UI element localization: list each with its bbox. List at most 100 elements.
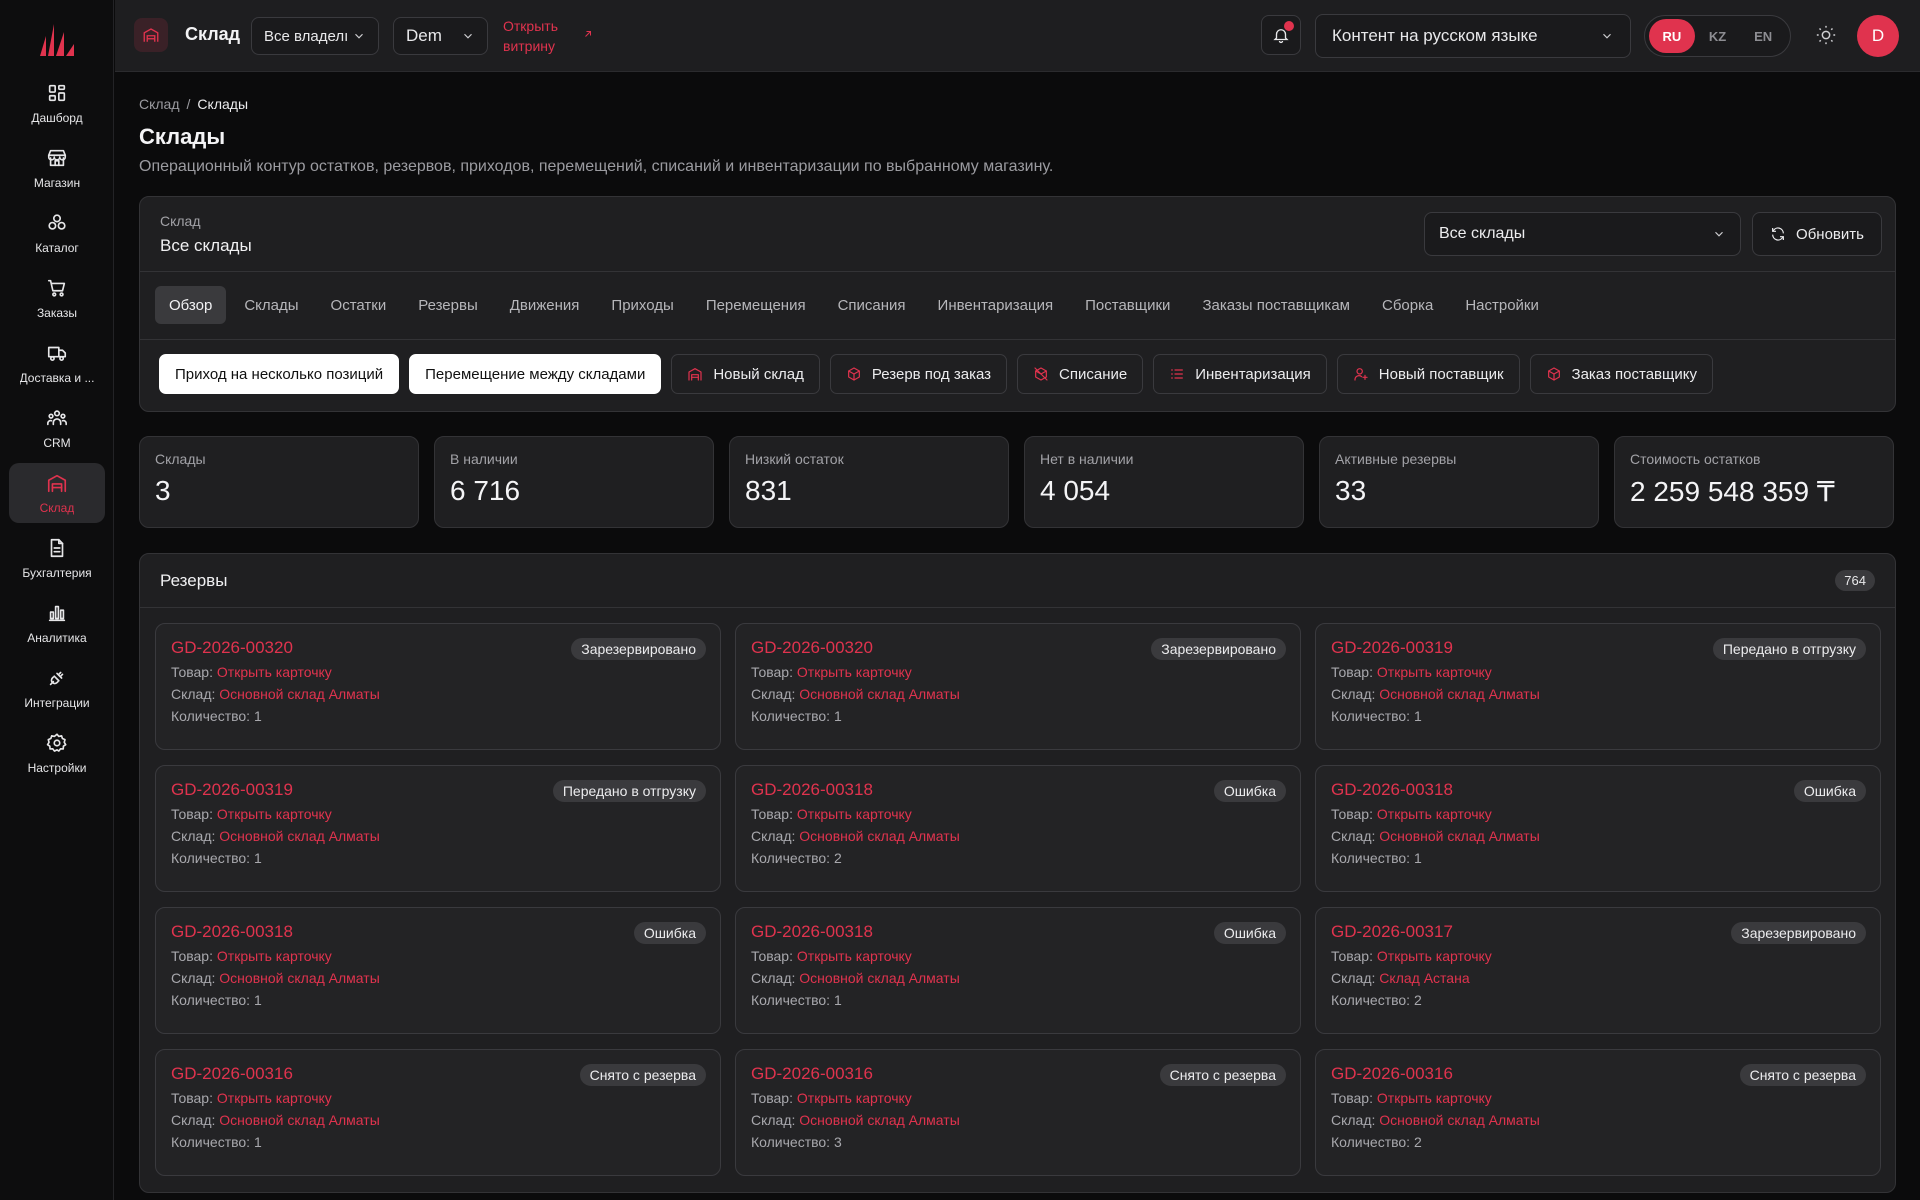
action-button[interactable]: Резерв под заказ bbox=[829, 354, 1008, 394]
warehouse-link[interactable]: Основной склад Алматы bbox=[799, 686, 959, 702]
tab[interactable]: Сборка bbox=[1368, 286, 1447, 324]
action-label: Новый склад bbox=[713, 365, 804, 383]
action-button[interactable]: Инвентаризация bbox=[1153, 354, 1327, 394]
action-button[interactable]: Списание bbox=[1017, 354, 1144, 394]
qty-value: 1 bbox=[253, 850, 262, 866]
open-storefront-link[interactable]: Открыть витрину bbox=[503, 16, 583, 56]
warehouse-link[interactable]: Основной склад Алматы bbox=[799, 1112, 959, 1128]
action-label: Новый поставщик bbox=[1378, 365, 1504, 383]
tab[interactable]: Приходы bbox=[597, 286, 687, 324]
store-select[interactable]: Dem bbox=[393, 17, 488, 55]
sidebar-item-label: Настройки bbox=[27, 760, 87, 775]
theme-toggle[interactable] bbox=[1815, 24, 1839, 48]
action-label: Списание bbox=[1059, 365, 1128, 383]
qty-value: 1 bbox=[253, 1134, 262, 1150]
language-option-en[interactable]: EN bbox=[1740, 19, 1786, 53]
sidebar-item[interactable]: Заказы bbox=[9, 268, 105, 328]
reserve-id-link[interactable]: GD-2026-00318 bbox=[171, 922, 705, 942]
warehouse-link[interactable]: Основной склад Алматы bbox=[1379, 686, 1539, 702]
warehouse-link[interactable]: Основной склад Алматы bbox=[1379, 1112, 1539, 1128]
reserve-id-link[interactable]: GD-2026-00318 bbox=[751, 780, 1285, 800]
sidebar-item[interactable]: Интеграции bbox=[9, 658, 105, 718]
status-badge: Ошибка bbox=[1793, 780, 1866, 802]
tab[interactable]: Склады bbox=[230, 286, 312, 324]
sidebar-item[interactable]: Склад bbox=[9, 463, 105, 523]
warehouse-prefix: Склад: bbox=[1331, 1112, 1376, 1128]
warehouse-select[interactable]: Все склады bbox=[1424, 212, 1741, 256]
content-language-select[interactable]: Контент на русском языке bbox=[1315, 14, 1631, 58]
tab[interactable]: Заказы поставщикам bbox=[1188, 286, 1364, 324]
status-badge: Снято с резерва bbox=[1739, 1064, 1866, 1086]
language-option-kz[interactable]: KZ bbox=[1695, 19, 1741, 53]
tab[interactable]: Инвентаризация bbox=[924, 286, 1068, 324]
sidebar-item[interactable]: Магазин bbox=[9, 138, 105, 198]
product-link[interactable]: Открыть карточку bbox=[217, 664, 332, 680]
refresh-button[interactable]: Обновить bbox=[1752, 212, 1882, 256]
action-button[interactable]: Перемещение между складами bbox=[409, 354, 662, 394]
action-button[interactable]: Приход на несколько позиций bbox=[159, 354, 400, 394]
sidebar-item-label: Каталог bbox=[35, 240, 79, 255]
brand-logo[interactable] bbox=[38, 18, 76, 58]
sidebar-item[interactable]: Дашборд bbox=[9, 73, 105, 133]
action-button[interactable]: Заказ поставщику bbox=[1529, 354, 1713, 394]
warehouse-link[interactable]: Основной склад Алматы bbox=[799, 970, 959, 986]
box-icon bbox=[847, 367, 860, 381]
sidebar-item[interactable]: Доставка и ... bbox=[9, 333, 105, 393]
product-link[interactable]: Открыть карточку bbox=[1377, 1090, 1492, 1106]
reserve-warehouse-line: Склад: Основной склад Алматы bbox=[751, 686, 1285, 702]
warehouse-prefix: Склад: bbox=[751, 828, 796, 844]
product-link[interactable]: Открыть карточку bbox=[217, 1090, 332, 1106]
action-button[interactable]: Новый поставщик bbox=[1336, 354, 1520, 394]
notifications-button[interactable] bbox=[1261, 15, 1301, 55]
sidebar-item[interactable]: Аналитика bbox=[9, 593, 105, 653]
tab[interactable]: Остатки bbox=[317, 286, 401, 324]
tab[interactable]: Настройки bbox=[1451, 286, 1553, 324]
tab[interactable]: Обзор bbox=[155, 286, 227, 324]
sidebar-item-label: Доставка и ... bbox=[19, 370, 95, 385]
action-label: Перемещение между складами bbox=[425, 365, 646, 383]
owner-select[interactable]: Все владелı bbox=[251, 17, 379, 55]
tab[interactable]: Резервы bbox=[404, 286, 492, 324]
status-badge: Зарезервировано bbox=[1731, 922, 1866, 944]
product-link[interactable]: Открыть карточку bbox=[1377, 664, 1492, 680]
warehouse-link[interactable]: Основной склад Алматы bbox=[219, 1112, 379, 1128]
sidebar-item[interactable]: Настройки bbox=[9, 723, 105, 783]
product-link[interactable]: Открыть карточку bbox=[217, 948, 332, 964]
breadcrumb-parent[interactable]: Склад bbox=[139, 96, 180, 112]
product-prefix: Товар: bbox=[1331, 806, 1373, 822]
warehouse-link[interactable]: Основной склад Алматы bbox=[219, 970, 379, 986]
tab[interactable]: Перемещения bbox=[692, 286, 820, 324]
user-avatar[interactable]: D bbox=[1857, 15, 1899, 57]
product-link[interactable]: Открыть карточку bbox=[217, 806, 332, 822]
sidebar-item[interactable]: Бухгалтерия bbox=[9, 528, 105, 588]
action-button[interactable]: Новый склад bbox=[671, 354, 820, 394]
product-link[interactable]: Открыть карточку bbox=[797, 806, 912, 822]
stat-card: В наличии 6 716 bbox=[434, 436, 714, 528]
warehouse-prefix: Склад: bbox=[171, 686, 216, 702]
document-icon bbox=[46, 537, 68, 559]
language-option-ru[interactable]: RU bbox=[1649, 19, 1695, 53]
product-link[interactable]: Открыть карточку bbox=[1377, 948, 1492, 964]
tab[interactable]: Движения bbox=[496, 286, 594, 324]
reserve-id-link[interactable]: GD-2026-00318 bbox=[1331, 780, 1865, 800]
sidebar-item[interactable]: CRM bbox=[9, 398, 105, 458]
tab[interactable]: Поставщики bbox=[1071, 286, 1184, 324]
warehouse-link[interactable]: Основной склад Алматы bbox=[799, 828, 959, 844]
product-link[interactable]: Открыть карточку bbox=[1377, 806, 1492, 822]
reserve-id-link[interactable]: GD-2026-00318 bbox=[751, 922, 1285, 942]
reserve-warehouse-line: Склад: Основной склад Алматы bbox=[751, 828, 1285, 844]
reserve-warehouse-line: Склад: Основной склад Алматы bbox=[1331, 828, 1865, 844]
warehouse-link[interactable]: Основной склад Алматы bbox=[219, 686, 379, 702]
product-link[interactable]: Открыть карточку bbox=[797, 1090, 912, 1106]
warehouse-link[interactable]: Основной склад Алматы bbox=[1379, 828, 1539, 844]
warehouse-link[interactable]: Склад Астана bbox=[1379, 970, 1469, 986]
stat-card: Активные резервы 33 bbox=[1319, 436, 1599, 528]
tab[interactable]: Списания bbox=[824, 286, 920, 324]
qty-value: 2 bbox=[1413, 1134, 1422, 1150]
product-link[interactable]: Открыть карточку bbox=[797, 664, 912, 680]
warehouse-link[interactable]: Основной склад Алматы bbox=[219, 828, 379, 844]
sidebar-item[interactable]: Каталог bbox=[9, 203, 105, 263]
breadcrumb-separator: / bbox=[186, 96, 191, 112]
status-badge: Зарезервировано bbox=[1151, 638, 1286, 660]
product-link[interactable]: Открыть карточку bbox=[797, 948, 912, 964]
